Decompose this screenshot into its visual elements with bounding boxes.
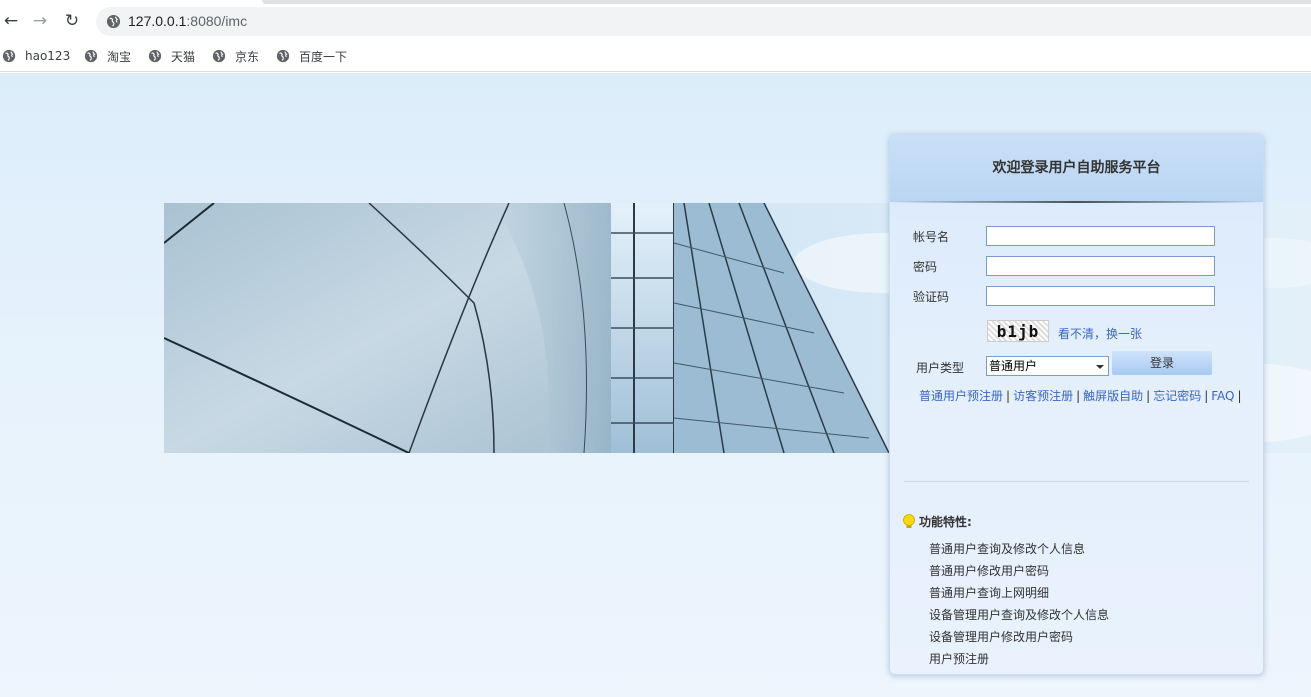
bookmark-label: 淘宝	[107, 49, 132, 64]
user-type-label: 用户类型	[916, 361, 965, 375]
globe-icon	[148, 49, 162, 63]
user-type-select[interactable]: 普通用户	[986, 356, 1109, 376]
features-heading: 功能特性:	[902, 513, 972, 530]
bookmark-tmall[interactable]: 天猫	[148, 47, 195, 65]
password-input[interactable]	[986, 256, 1215, 276]
features-heading-text: 功能特性:	[919, 515, 972, 529]
list-item: 普通用户查询及修改个人信息	[929, 542, 1086, 556]
address-bar[interactable]: 127.0.0.1:8080/imc	[96, 7, 1311, 36]
captcha-refresh-link[interactable]: 看不清，换一张	[1058, 325, 1142, 342]
reload-icon[interactable]: ↻	[61, 10, 83, 32]
lightbulb-icon	[903, 513, 915, 528]
list-item: 设备管理用户修改用户密码	[929, 630, 1074, 644]
url-host: 127.0.0.1	[128, 13, 187, 29]
login-page: 欢迎登录用户自助服务平台 帐号名 密码 验证码 b1jb 看不清，换一张 用户类…	[0, 73, 1311, 697]
header-divider	[890, 201, 1263, 203]
captcha-input[interactable]	[986, 286, 1215, 306]
globe-icon	[84, 49, 98, 63]
link-separator: |	[1076, 389, 1081, 403]
link-separator: |	[1237, 389, 1242, 403]
bookmark-jd[interactable]: 京东	[212, 47, 259, 65]
features-list: 普通用户查询及修改个人信息 普通用户修改用户密码 普通用户查询上网明细 设备管理…	[929, 538, 1109, 670]
link-separator: |	[1146, 389, 1151, 403]
globe-icon	[276, 49, 290, 63]
list-item: 普通用户查询上网明细	[929, 586, 1050, 600]
bookmarks-bar: hao123 淘宝 天猫 京东 百度一下	[0, 40, 1311, 72]
tab-strip-edge	[262, 0, 1311, 4]
link-separator: |	[1006, 389, 1011, 403]
url-path: :8080/imc	[186, 13, 248, 29]
panel-header: 欢迎登录用户自助服务平台	[890, 135, 1263, 202]
list-item: 用户预注册	[929, 652, 990, 666]
list-item: 普通用户修改用户密码	[929, 564, 1050, 578]
bookmark-taobao[interactable]: 淘宝	[84, 47, 131, 65]
globe-icon	[106, 14, 121, 29]
link-visitor-preregister[interactable]: 访客预注册	[1013, 389, 1073, 403]
bookmark-label: 天猫	[171, 49, 196, 64]
quick-links: 普通用户预注册 | 访客预注册 | 触屏版自助 | 忘记密码 | FAQ |	[919, 387, 1245, 404]
account-input[interactable]	[986, 226, 1215, 246]
user-type-value: 普通用户	[989, 359, 1038, 373]
bookmark-hao123[interactable]: hao123	[2, 47, 70, 65]
back-icon[interactable]: ←	[0, 10, 22, 32]
login-button[interactable]: 登录	[1112, 351, 1212, 375]
bookmark-label: hao123	[25, 49, 71, 63]
section-divider	[904, 481, 1249, 482]
captcha-label: 验证码	[913, 290, 950, 304]
link-touch-version[interactable]: 触屏版自助	[1083, 389, 1143, 403]
login-panel: 欢迎登录用户自助服务平台 帐号名 密码 验证码 b1jb 看不清，换一张 用户类…	[889, 134, 1264, 675]
link-separator: |	[1204, 389, 1209, 403]
link-forgot-password[interactable]: 忘记密码	[1153, 389, 1201, 403]
url-text: 127.0.0.1:8080/imc	[128, 13, 247, 29]
bookmark-label: 百度一下	[299, 49, 348, 64]
globe-icon	[212, 49, 226, 63]
chevron-down-icon	[1096, 365, 1104, 369]
bookmark-baidu[interactable]: 百度一下	[276, 47, 347, 65]
password-label: 密码	[913, 260, 938, 274]
account-label: 帐号名	[913, 230, 950, 244]
list-item: 设备管理用户查询及修改个人信息	[929, 608, 1110, 622]
captcha-image[interactable]: b1jb	[987, 320, 1049, 342]
browser-toolbar: ← → ↻ 127.0.0.1:8080/imc	[0, 0, 1311, 40]
forward-icon[interactable]: →	[29, 10, 51, 32]
globe-icon	[2, 49, 16, 63]
bookmark-label: 京东	[235, 49, 260, 64]
link-faq[interactable]: FAQ	[1211, 389, 1234, 403]
link-user-preregister[interactable]: 普通用户预注册	[919, 389, 1003, 403]
panel-title: 欢迎登录用户自助服务平台	[992, 160, 1161, 176]
